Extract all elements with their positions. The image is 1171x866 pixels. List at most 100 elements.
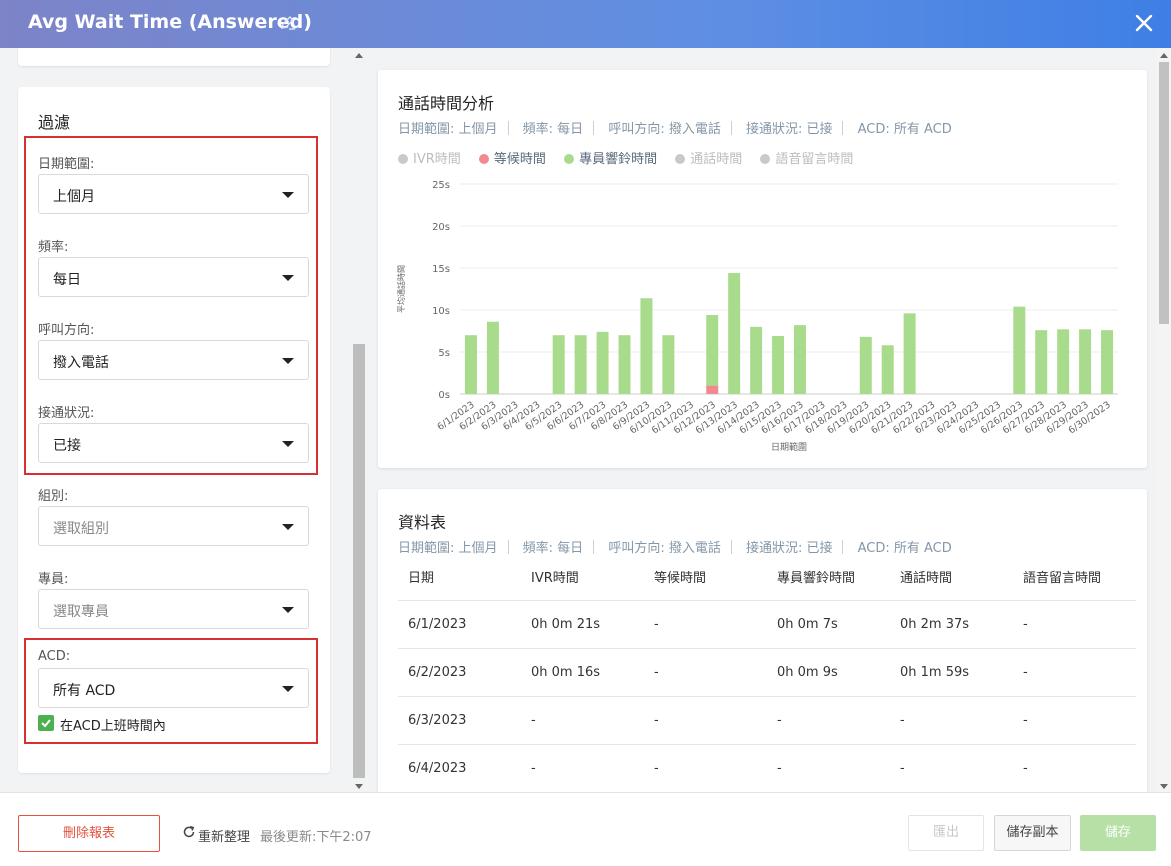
chart-meta: 日期範圍: 上個月 頻率: 每日 呼叫方向: 撥入電話 接通狀況: 已接 ACD… xyxy=(398,118,952,137)
refresh-button[interactable]: 重新整理 xyxy=(198,826,250,845)
bar xyxy=(706,385,719,394)
table-cell: 0h 0m 9s xyxy=(777,665,838,680)
meta-frequency: 頻率: 每日 xyxy=(522,541,584,556)
report-content: 通話時間分析 日期範圍: 上個月 頻率: 每日 呼叫方向: 撥入電話 接通狀況:… xyxy=(366,48,1157,792)
y-tick-label: 0s xyxy=(438,390,450,401)
scrollbar-thumb[interactable] xyxy=(353,344,365,778)
group-label: 組別: xyxy=(38,489,69,504)
column-header[interactable]: 專員響鈴時間 xyxy=(777,567,855,586)
table-cell: 0h 0m 16s xyxy=(531,665,601,680)
bar xyxy=(486,321,499,394)
bar xyxy=(574,335,587,394)
delete-report-button[interactable]: 刪除報表 xyxy=(18,815,160,852)
legend-label: 等候時間 xyxy=(493,152,546,167)
bar xyxy=(596,331,609,394)
table-cell: 6/4/2023 xyxy=(408,761,467,776)
legend-ring[interactable]: 專員響鈴時間 xyxy=(564,148,657,167)
y-axis-label: 平均通話時間 xyxy=(396,265,406,313)
table-cell: 6/1/2023 xyxy=(408,617,467,632)
legend-dot xyxy=(478,154,489,164)
x-axis-label: 日期範圍 xyxy=(771,441,807,453)
save-copy-button[interactable]: 儲存副本 xyxy=(994,815,1071,851)
left-scrollbar[interactable] xyxy=(352,48,366,792)
column-header[interactable]: IVR時間 xyxy=(531,567,579,586)
table-card: 資料表 日期範圍: 上個月 頻率: 每日 呼叫方向: 撥入電話 接通狀況: 已接… xyxy=(378,489,1147,792)
legend-ivr[interactable]: IVR時間 xyxy=(398,148,461,167)
chevron-down-icon xyxy=(282,607,294,613)
right-scrollbar[interactable] xyxy=(1157,48,1171,792)
save-button[interactable]: 儲存 xyxy=(1080,815,1156,851)
scrollbar-thumb[interactable] xyxy=(1159,62,1169,324)
meta-status: 接通狀況: 已接 xyxy=(745,122,833,137)
bar xyxy=(640,298,653,394)
previous-card xyxy=(18,48,330,66)
column-header[interactable]: 通話時間 xyxy=(900,567,952,586)
chart-legend: IVR時間 等候時間 專員響鈴時間 通話時間 語音留言時間 xyxy=(398,148,867,167)
table-cell: - xyxy=(531,761,536,776)
table-cell: 0h 1m 59s xyxy=(900,665,970,680)
meta-acd: ACD: 所有 ACD xyxy=(857,541,952,556)
table-row: 6/3/2023 - - - - - xyxy=(398,697,1136,745)
legend-voicemail[interactable]: 語音留言時間 xyxy=(760,148,853,167)
table-cell: - xyxy=(654,713,659,728)
legend-label: IVR時間 xyxy=(413,152,461,167)
meta-direction: 呼叫方向: 撥入電話 xyxy=(608,122,721,137)
bar xyxy=(1035,330,1048,394)
table-title: 資料表 xyxy=(398,513,447,532)
scroll-up-icon[interactable] xyxy=(355,53,363,58)
agent-select[interactable]: 選取專員 xyxy=(38,589,309,629)
table-cell: - xyxy=(777,761,782,776)
table-cell: 0h 2m 37s xyxy=(900,617,970,632)
report-title: Avg Wait Time (Answered) xyxy=(28,11,312,33)
legend-label: 語音留言時間 xyxy=(775,152,854,167)
y-tick-label: 10s xyxy=(432,306,450,317)
bar xyxy=(662,335,675,394)
table-cell: - xyxy=(1023,617,1028,632)
export-button[interactable]: 匯出 xyxy=(908,815,984,851)
meta-status: 接通狀況: 已接 xyxy=(745,541,833,556)
close-icon[interactable] xyxy=(1133,12,1155,34)
bar xyxy=(1079,329,1092,394)
bar xyxy=(903,313,916,394)
bar-chart: 0s5s10s15s20s25s平均通話時間6/1/20236/2/20236/… xyxy=(396,180,1118,453)
data-table: 日期 IVR時間 等候時間 專員響鈴時間 通話時間 語音留言時間 6/1/202… xyxy=(398,555,1136,792)
chart-card: 通話時間分析 日期範圍: 上個月 頻率: 每日 呼叫方向: 撥入電話 接通狀況:… xyxy=(378,70,1147,468)
table-cell: - xyxy=(900,761,905,776)
table-meta: 日期範圍: 上個月 頻率: 每日 呼叫方向: 撥入電話 接通狀況: 已接 ACD… xyxy=(398,537,952,556)
table-cell: - xyxy=(654,761,659,776)
bar xyxy=(618,335,631,394)
legend-talk[interactable]: 通話時間 xyxy=(675,148,742,167)
y-tick-label: 15s xyxy=(432,264,450,275)
legend-dot xyxy=(760,154,771,164)
edit-title-icon[interactable] xyxy=(279,14,297,32)
bar xyxy=(552,335,565,394)
group-select[interactable]: 選取組別 xyxy=(38,506,309,546)
bar xyxy=(1101,330,1114,394)
refresh-icon[interactable] xyxy=(182,825,196,839)
table-cell: 0h 0m 21s xyxy=(531,617,601,632)
legend-dot xyxy=(675,154,686,164)
legend-wait[interactable]: 等候時間 xyxy=(478,148,546,167)
column-header[interactable]: 等候時間 xyxy=(654,567,706,586)
table-cell: 6/2/2023 xyxy=(408,665,467,680)
scroll-up-icon[interactable] xyxy=(1160,53,1168,58)
table-cell: - xyxy=(777,713,782,728)
column-header[interactable]: 日期 xyxy=(408,567,434,586)
scroll-down-icon[interactable] xyxy=(1160,784,1168,789)
column-header[interactable]: 語音留言時間 xyxy=(1023,567,1101,586)
legend-dot xyxy=(398,154,408,164)
meta-direction: 呼叫方向: 撥入電話 xyxy=(608,541,721,556)
table-cell: - xyxy=(900,713,905,728)
table-header-row: 日期 IVR時間 等候時間 專員響鈴時間 通話時間 語音留言時間 xyxy=(398,555,1136,601)
meta-date-range: 日期範圍: 上個月 xyxy=(398,122,498,137)
table-cell: - xyxy=(531,713,536,728)
bar xyxy=(1057,329,1070,394)
bar xyxy=(793,325,806,394)
agent-placeholder: 選取專員 xyxy=(53,604,109,620)
modal-header: Avg Wait Time (Answered) xyxy=(0,0,1171,48)
agent-label: 專員: xyxy=(38,572,69,587)
legend-label: 專員響鈴時間 xyxy=(579,152,658,167)
table-cell: - xyxy=(654,665,659,680)
chart-title: 通話時間分析 xyxy=(398,94,495,113)
scroll-down-icon[interactable] xyxy=(355,784,363,789)
